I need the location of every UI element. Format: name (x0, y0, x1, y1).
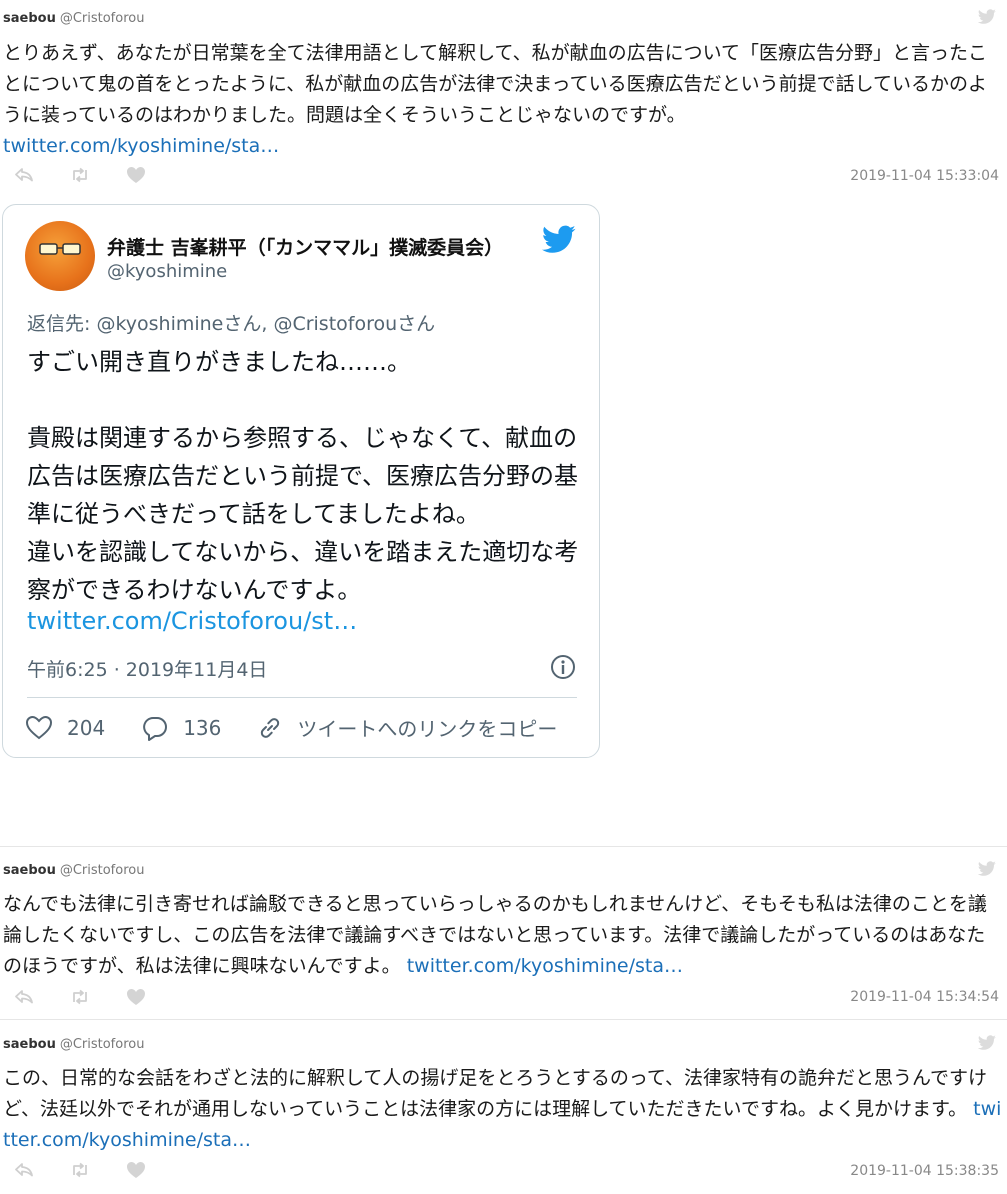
tweet-timestamp[interactable]: 2019-11-04 15:33:04 (850, 168, 999, 184)
info-icon[interactable] (549, 653, 577, 681)
tweet-timestamp[interactable]: 2019-11-04 15:34:54 (850, 989, 999, 1005)
user-handle[interactable]: @Cristoforou (60, 863, 145, 878)
glasses-icon (39, 243, 81, 255)
tweet-meta: saebou @Cristoforou (3, 863, 144, 878)
tweet-text: とりあえず、あなたが日常葉を全て法律用語として解釈して、私が献血の広告について「… (3, 38, 1003, 162)
reply-icon[interactable] (12, 986, 36, 1008)
retweet-icon[interactable] (68, 164, 92, 186)
embed-tweet-link[interactable]: twitter.com/Cristoforou/st… (27, 607, 357, 635)
tweet-actions (12, 986, 148, 1008)
link-icon (261, 717, 280, 738)
tweet-meta: saebou @Cristoforou (3, 11, 144, 26)
tweet-timestamp[interactable]: 2019-11-04 15:38:35 (850, 1163, 999, 1179)
user-handle[interactable]: @Cristoforou (60, 11, 145, 26)
heart-icon[interactable] (124, 164, 148, 186)
retweet-icon[interactable] (68, 986, 92, 1008)
copy-link-label: ツイートへのリンクをコピー (297, 717, 558, 741)
embed-stats: 204 136 ツイートへのリンクをコピー (25, 713, 593, 742)
embedded-tweet-card[interactable]: 弁護士 吉峯耕平（「カンママル」撲滅委員会） @kyoshimine 返信先: … (2, 204, 600, 758)
reply-icon[interactable] (12, 1159, 36, 1181)
twitter-bird-icon[interactable] (977, 1035, 997, 1051)
avatar[interactable] (25, 221, 95, 291)
reply-count: 136 (183, 715, 222, 740)
comment-icon (143, 716, 168, 741)
heart-icon[interactable] (124, 986, 148, 1008)
user-name[interactable]: saebou (3, 1037, 56, 1052)
heart-icon (25, 715, 53, 739)
embed-author-handle[interactable]: @kyoshimine (107, 261, 227, 282)
like-stat[interactable]: 204 (25, 715, 105, 741)
tweet-meta: saebou @Cristoforou (3, 1037, 144, 1052)
embed-date[interactable]: 午前6:25 · 2019年11月4日 (27, 655, 267, 682)
reply-icon[interactable] (12, 164, 36, 186)
tweet-actions (12, 1159, 148, 1181)
like-count: 204 (67, 715, 106, 740)
user-name[interactable]: saebou (3, 863, 56, 878)
twitter-bird-icon[interactable] (977, 861, 997, 877)
tweet-text: この、日常的な会話をわざと法的に解釈して人の揚げ足をとろうとするのって、法律家特… (3, 1063, 1003, 1156)
copy-link-action[interactable]: ツイートへのリンクをコピー (257, 713, 557, 742)
twitter-bird-icon[interactable] (541, 225, 577, 255)
tweet-body: とりあえず、あなたが日常葉を全て法律用語として解釈して、私が献血の広告について「… (3, 42, 988, 126)
tweet-actions (12, 164, 148, 186)
tweet-3: saebou @Cristoforou この、日常的な会話をわざと法的に解釈して人… (0, 1020, 1007, 1194)
reply-stat[interactable]: 136 (141, 715, 221, 741)
twitter-bird-icon[interactable] (977, 9, 997, 25)
tweet-body: この、日常的な会話をわざと法的に解釈して人の揚げ足をとろうとするのって、法律家特… (3, 1067, 988, 1120)
embed-tweet-text: すごい開き直りがきましたね……。 貴殿は関連するから参照する、じゃなくて、献血の… (27, 348, 579, 604)
divider (27, 697, 577, 698)
user-handle[interactable]: @Cristoforou (60, 1037, 145, 1052)
tweet-link[interactable]: twitter.com/kyoshimine/sta… (407, 955, 683, 977)
reply-to-line[interactable]: 返信先: @kyoshimineさん, @Cristoforouさん (27, 309, 435, 336)
tweet-1: saebou @Cristoforou とりあえず、あなたが日常葉を全て法律用語と… (0, 0, 1007, 195)
heart-icon[interactable] (124, 1159, 148, 1181)
retweet-icon[interactable] (68, 1159, 92, 1181)
tweet-text: なんでも法律に引き寄せれば論駁できると思っていらっしゃるのかもしれませんけど、そ… (3, 889, 1003, 982)
user-name[interactable]: saebou (3, 11, 56, 26)
tweet-2: saebou @Cristoforou なんでも法律に引き寄せれば論駁できると思っ… (0, 847, 1007, 1017)
tweet-link[interactable]: twitter.com/kyoshimine/sta… (3, 135, 279, 157)
embed-author-name[interactable]: 弁護士 吉峯耕平（「カンママル」撲滅委員会） (107, 233, 503, 260)
